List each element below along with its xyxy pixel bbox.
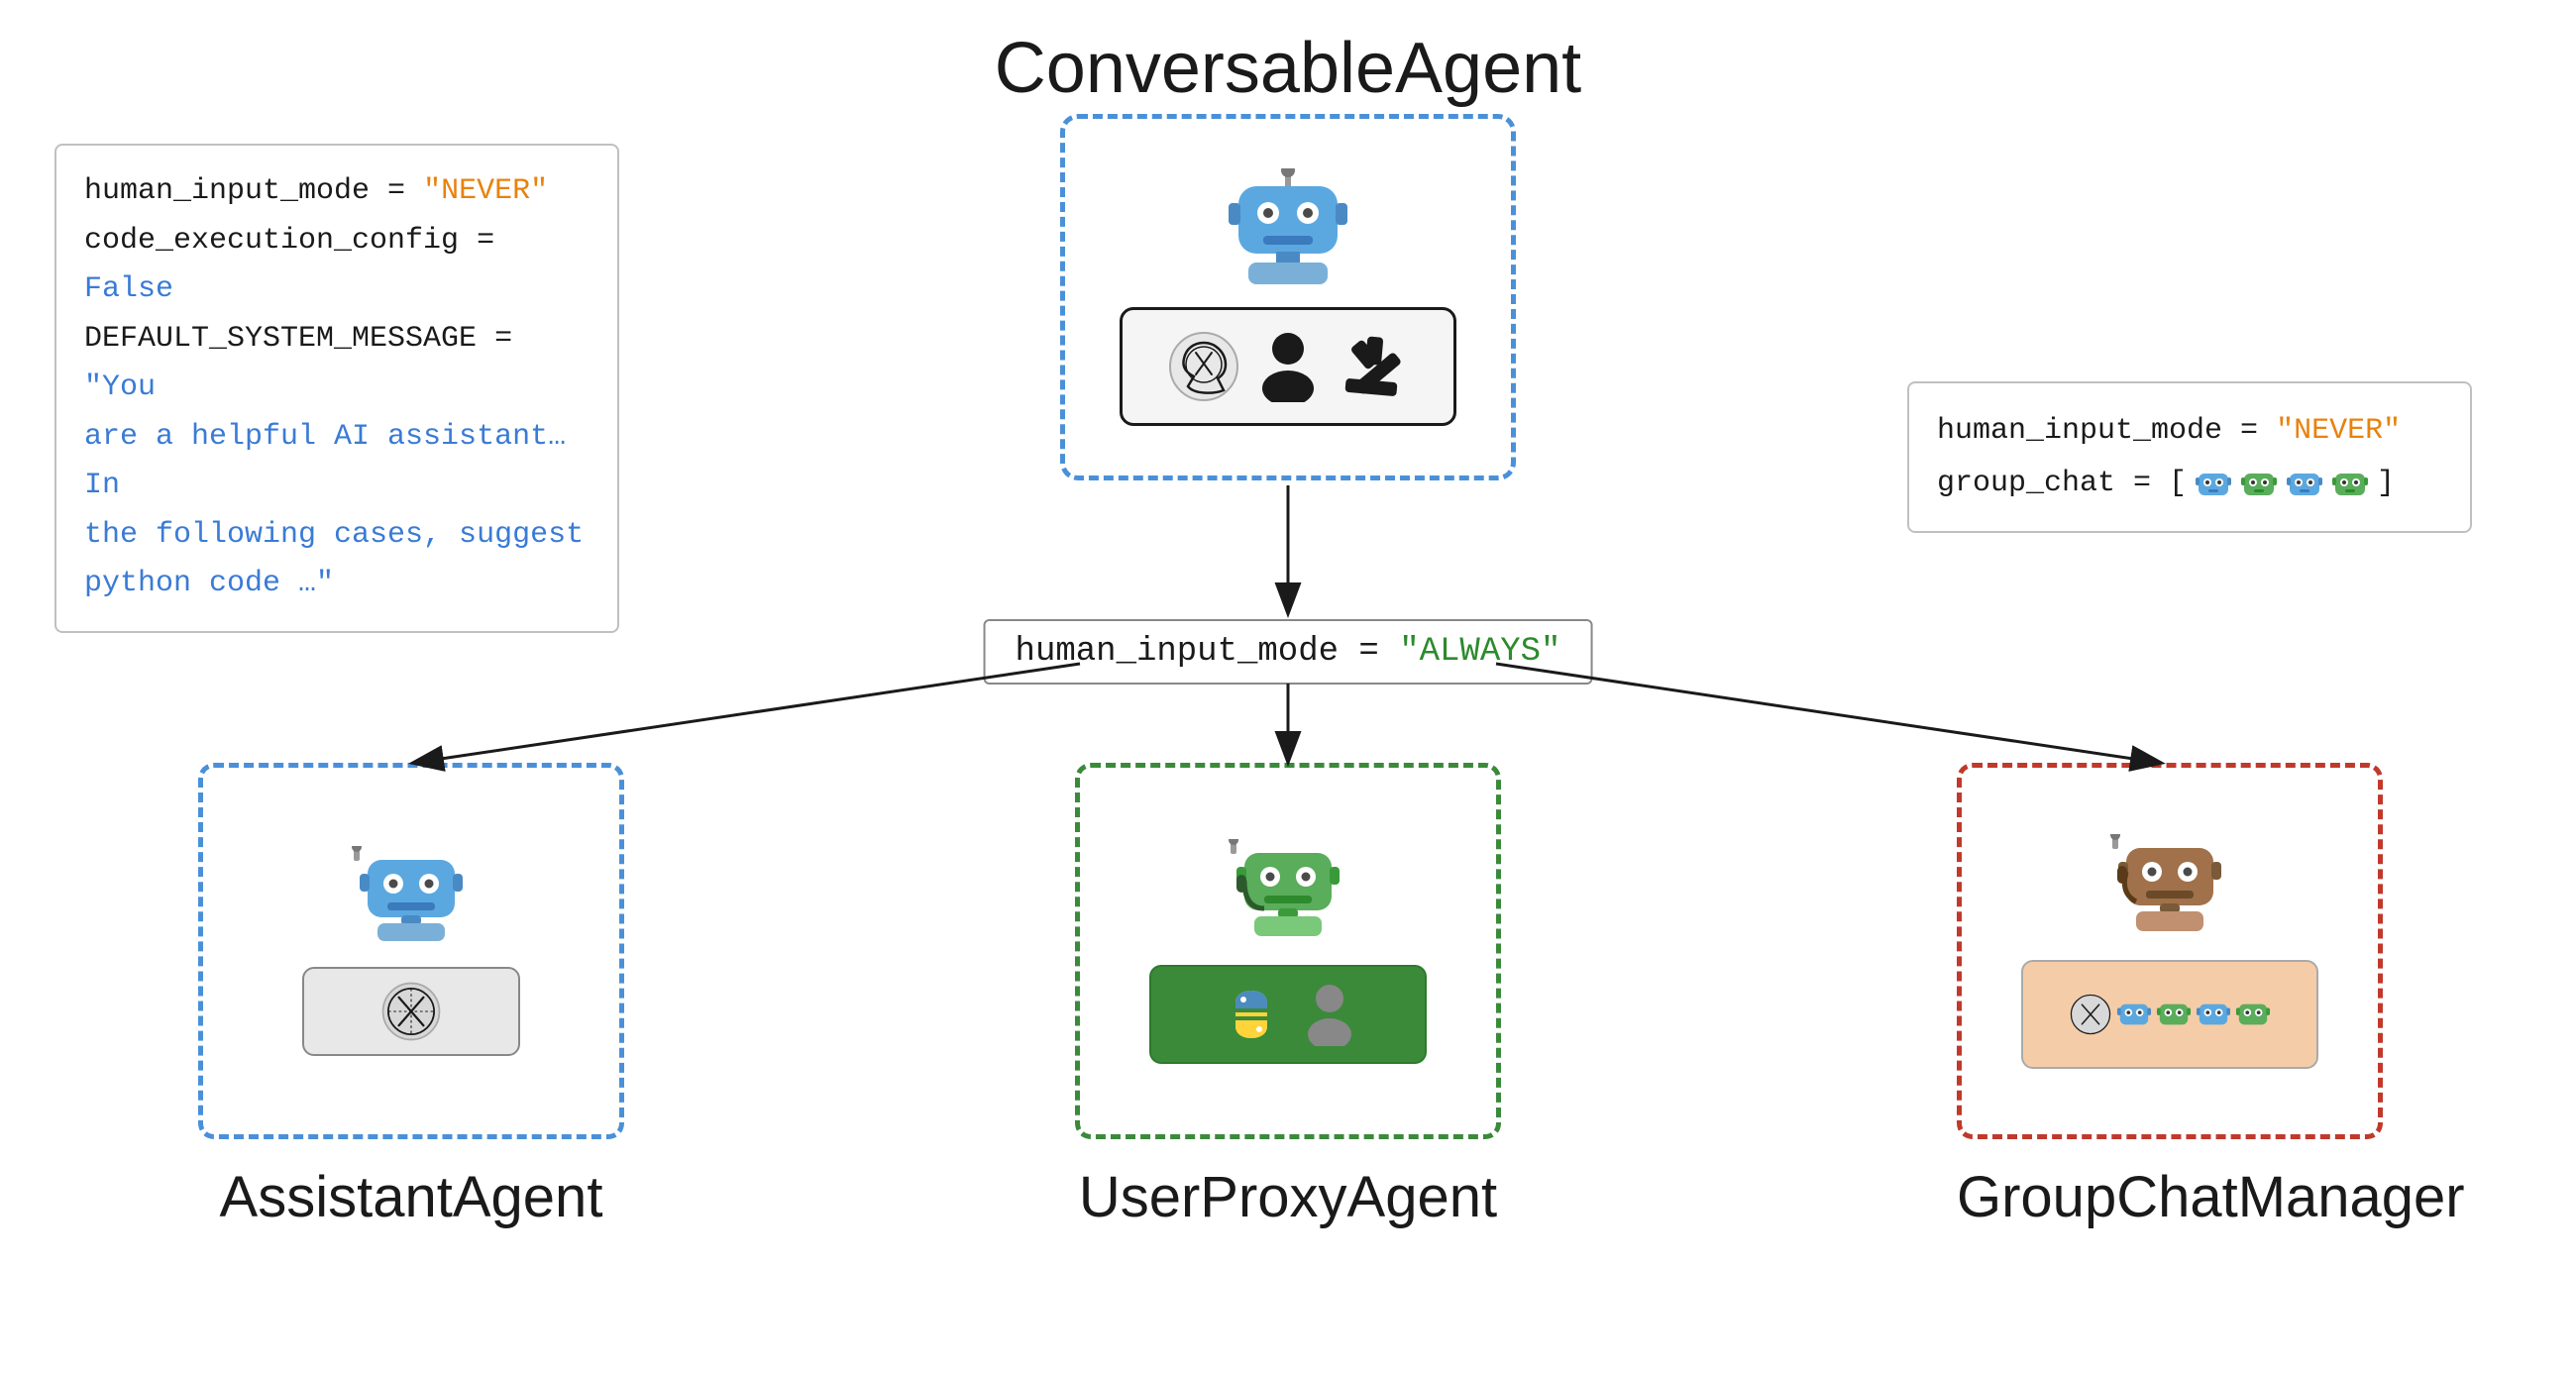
left-line6: python code …" (84, 560, 590, 609)
info-box-right: human_input_mode = "NEVER" group_chat = … (1907, 381, 2472, 533)
assistant-agent-box (198, 763, 624, 1139)
userproxy-robot-icon (1229, 839, 1347, 943)
userproxy-agent-box (1075, 763, 1501, 1139)
person-silhouette (1303, 983, 1356, 1046)
mini-robot-green2 (2331, 468, 2369, 499)
mini-robot-blue2 (2286, 468, 2323, 499)
gc-mini-blue1 (2116, 999, 2152, 1030)
assistant-openai-icon (379, 980, 443, 1043)
groupchat-agents-box (2021, 960, 2318, 1069)
person-icon (1257, 331, 1319, 402)
conversable-agent-box (1060, 114, 1516, 480)
assistant-openai-box (302, 967, 520, 1056)
tools-icon (1337, 331, 1408, 402)
left-line4: are a helpful AI assistant…In (84, 413, 590, 511)
left-line2: code_execution_config = False (84, 217, 590, 315)
groupchat-agent-box (1957, 763, 2383, 1139)
openai-icon (1168, 331, 1239, 402)
left-line3: DEFAULT_SYSTEM_MESSAGE = "You (84, 315, 590, 413)
left-line1: human_input_mode = "NEVER" (84, 167, 590, 217)
diagram-container: ConversableAgent human_input_mode = "NEV… (0, 0, 2576, 1374)
assistant-robot-icon (352, 846, 471, 945)
conversable-tools-box (1120, 307, 1456, 426)
userproxy-agent-label: UserProxyAgent (1075, 1164, 1501, 1230)
gc-mini-green1 (2156, 999, 2192, 1030)
groupchat-openai-icon (2069, 993, 2112, 1036)
right-line2: group_chat = [ (1937, 458, 2442, 510)
gc-mini-green2 (2235, 999, 2271, 1030)
center-label-box: human_input_mode = "ALWAYS" (984, 619, 1593, 685)
groupchat-robot-icon (2110, 834, 2229, 938)
python-icon (1220, 983, 1283, 1046)
right-line1: human_input_mode = "NEVER" (1937, 405, 2442, 458)
assistant-agent-label: AssistantAgent (198, 1164, 624, 1230)
info-box-left: human_input_mode = "NEVER" code_executio… (54, 144, 619, 633)
userproxy-tools-box (1149, 965, 1427, 1064)
gc-mini-blue2 (2196, 999, 2231, 1030)
mini-robot-green (2240, 468, 2278, 499)
main-title: ConversableAgent (995, 28, 1581, 109)
mini-robot-blue (2195, 468, 2232, 499)
conversable-robot-icon (1219, 168, 1357, 287)
groupchat-agent-label: GroupChatManager (1957, 1164, 2383, 1230)
left-line5: the following cases, suggest (84, 511, 590, 561)
